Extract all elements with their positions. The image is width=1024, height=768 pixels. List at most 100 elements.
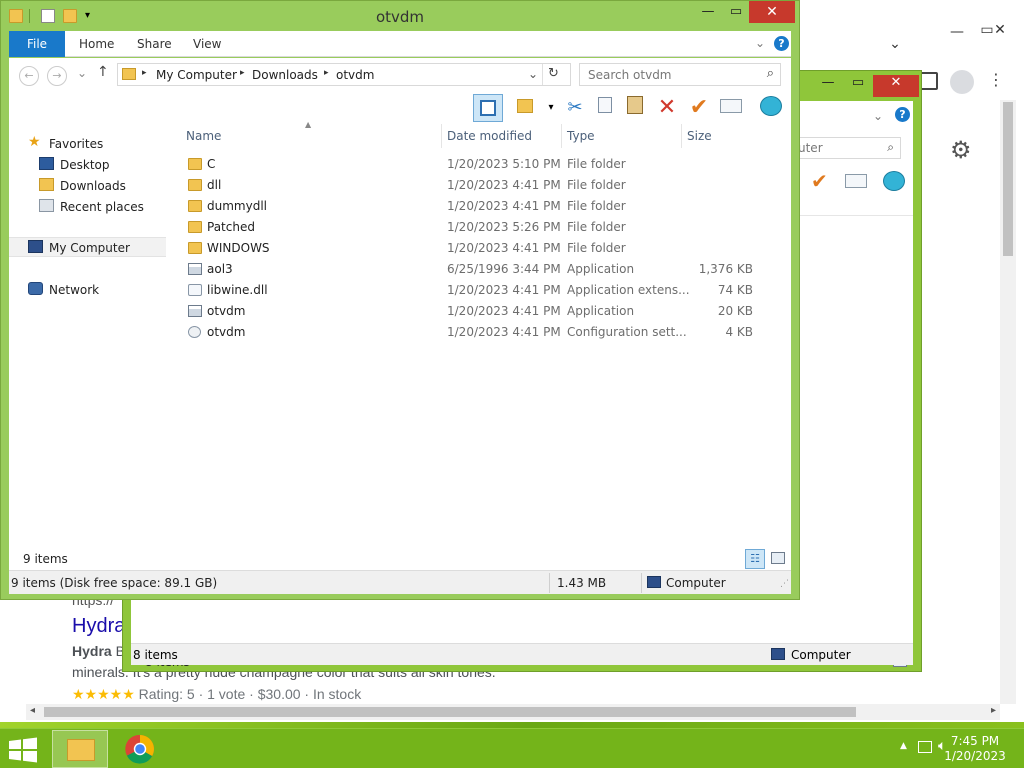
gear-icon[interactable]: ⚙ <box>950 136 972 164</box>
shell-icon[interactable] <box>883 171 905 191</box>
close-button[interactable]: ✕ <box>873 75 919 97</box>
avatar[interactable] <box>950 70 974 94</box>
properties-icon[interactable] <box>845 174 867 188</box>
file-row[interactable]: dummydll 1/20/2023 4:41 PM File folder <box>179 196 779 217</box>
nav-label: Favorites <box>49 137 104 151</box>
column-divider[interactable] <box>441 124 442 148</box>
nav-downloads[interactable]: Downloads <box>9 176 159 196</box>
downloads-folder-icon <box>39 178 54 191</box>
checkmark-icon[interactable]: ✔ <box>811 169 828 193</box>
nav-desktop[interactable]: Desktop <box>9 155 159 175</box>
paste-icon[interactable] <box>623 96 647 120</box>
scrollbar-thumb[interactable] <box>1003 102 1013 256</box>
shell-glyph <box>760 96 782 116</box>
breadcrumb-separator[interactable]: ▸ <box>324 68 329 78</box>
maximize-button[interactable]: ▭ <box>843 75 873 97</box>
file-row[interactable]: C 1/20/2023 5:10 PM File folder <box>179 154 779 175</box>
help-icon[interactable]: ? <box>774 36 789 51</box>
taskbar-chrome[interactable] <box>112 730 168 768</box>
column-divider[interactable] <box>681 124 682 148</box>
forward-icon[interactable]: → <box>47 66 67 86</box>
title-bar[interactable]: ▾ otvdm — ▭ ✕ <box>1 1 799 31</box>
minimize-button[interactable]: — <box>813 75 843 97</box>
address-bar[interactable]: ▸ My Computer ▸ Downloads ▸ otvdm ⌄ ↻ <box>117 63 571 86</box>
menu-icon[interactable]: ⋮ <box>988 70 1004 89</box>
breadcrumb-downloads[interactable]: Downloads <box>252 68 318 82</box>
scroll-right-icon[interactable]: ▸ <box>991 705 996 716</box>
breadcrumb-separator[interactable]: ▸ <box>240 68 245 78</box>
star-icon: ★ <box>28 134 41 150</box>
breadcrumb-my-computer[interactable]: My Computer <box>156 68 237 82</box>
tab-file[interactable]: File <box>9 31 65 57</box>
vertical-scrollbar[interactable] <box>1000 100 1016 704</box>
folder-icon <box>188 179 202 191</box>
chevron-down-icon[interactable]: ⌄ <box>873 109 883 123</box>
file-row[interactable]: libwine.dll 1/20/2023 4:41 PM Application … <box>179 280 779 301</box>
folder-options-icon[interactable] <box>513 96 537 120</box>
column-header-type[interactable]: Type <box>567 129 595 143</box>
search-icon[interactable]: ⌕ <box>767 66 774 81</box>
file-row[interactable]: Patched 1/20/2023 5:26 PM File folder <box>179 217 779 238</box>
clock[interactable]: 7:45 PM 1/20/2023 <box>940 734 1010 764</box>
column-header-name[interactable]: Name <box>186 129 221 143</box>
file-row[interactable]: otvdm 1/20/2023 4:41 PM Application 20 KB <box>179 301 779 322</box>
file-row[interactable]: dll 1/20/2023 4:41 PM File folder <box>179 175 779 196</box>
explorer-window[interactable]: ▾ otvdm — ▭ ✕ File Home Share View ⌄ ? ←… <box>0 0 800 600</box>
action-center-icon[interactable] <box>918 741 932 753</box>
column-divider[interactable] <box>561 124 562 148</box>
details-view-icon[interactable]: ☷ <box>745 549 765 569</box>
up-icon[interactable]: ↑ <box>97 64 109 80</box>
column-header-size[interactable]: Size <box>687 129 712 143</box>
side-panel-icon[interactable] <box>920 72 938 90</box>
file-row[interactable]: otvdm 1/20/2023 4:41 PM Configuration sett… <box>179 322 779 343</box>
nav-favorites[interactable]: ★ Favorites <box>9 134 159 154</box>
address-dropdown-icon[interactable]: ⌄ <box>528 67 538 81</box>
status-items: 8 items <box>133 648 178 662</box>
help-icon[interactable]: ? <box>895 107 910 122</box>
cut-icon[interactable]: ✂ <box>563 96 587 120</box>
large-icons-view-icon[interactable] <box>771 552 785 564</box>
scroll-left-icon[interactable]: ◂ <box>30 705 35 716</box>
tab-view[interactable]: View <box>179 31 235 57</box>
breadcrumb-otvdm[interactable]: otvdm <box>336 68 374 82</box>
result-title[interactable]: Hydra <box>72 615 125 638</box>
nav-network[interactable]: Network <box>9 280 159 300</box>
recent-locations-icon[interactable]: ⌄ <box>77 66 87 80</box>
taskbar-file-explorer[interactable] <box>52 730 108 768</box>
file-date-modified: 1/20/2023 4:41 PM <box>447 199 561 213</box>
tab-home[interactable]: Home <box>65 31 128 57</box>
checkmark-icon[interactable]: ✔ <box>687 96 711 120</box>
rating-text: Rating: 5 · 1 vote · $30.00 · In stock <box>134 686 362 702</box>
horizontal-scrollbar[interactable]: ◂ ▸ <box>26 704 1000 720</box>
search-input[interactable]: Search otvdm ⌕ <box>579 63 781 86</box>
resize-grip-icon[interactable]: ⋰ <box>780 579 789 589</box>
delete-icon[interactable]: ✕ <box>655 96 679 120</box>
chevron-down-icon[interactable]: ⌄ <box>880 36 910 52</box>
shell-icon[interactable] <box>759 96 783 120</box>
nav-my-computer[interactable]: My Computer <box>9 237 166 257</box>
minimize-button[interactable]: — <box>693 1 723 23</box>
tab-share[interactable]: Share <box>123 31 186 57</box>
column-header-date[interactable]: Date modified <box>447 129 532 143</box>
breadcrumb-separator[interactable]: ▸ <box>142 68 147 78</box>
file-row[interactable]: aol3 6/25/1996 3:44 PM Application 1,376 KB <box>179 259 779 280</box>
show-hidden-icons-icon[interactable]: ▲ <box>900 741 907 751</box>
preview-pane-icon[interactable] <box>473 94 503 122</box>
back-icon[interactable]: ← <box>19 66 39 86</box>
scrollbar-thumb-h[interactable] <box>44 707 856 717</box>
close-icon[interactable]: ✕ <box>985 22 1015 38</box>
maximize-button[interactable]: ▭ <box>721 1 751 23</box>
refresh-icon[interactable]: ↻ <box>548 66 559 81</box>
dropdown-icon[interactable]: ▾ <box>539 96 563 120</box>
nav-label: Network <box>49 283 100 297</box>
file-row[interactable]: WINDOWS 1/20/2023 4:41 PM File folder <box>179 238 779 259</box>
minimize-icon[interactable]: — <box>942 24 972 40</box>
properties-icon[interactable] <box>719 96 743 120</box>
search-input-back[interactable]: uter ⌕ <box>791 137 901 159</box>
nav-recent-places[interactable]: Recent places <box>9 197 159 217</box>
ribbon-expand-icon[interactable]: ⌄ <box>755 36 765 50</box>
copy-icon[interactable] <box>593 96 617 120</box>
close-button[interactable]: ✕ <box>749 1 795 23</box>
status-bar: 9 items (Disk free space: 89.1 GB) 1.43 … <box>9 570 791 594</box>
windows-start-icon[interactable] <box>8 737 38 763</box>
